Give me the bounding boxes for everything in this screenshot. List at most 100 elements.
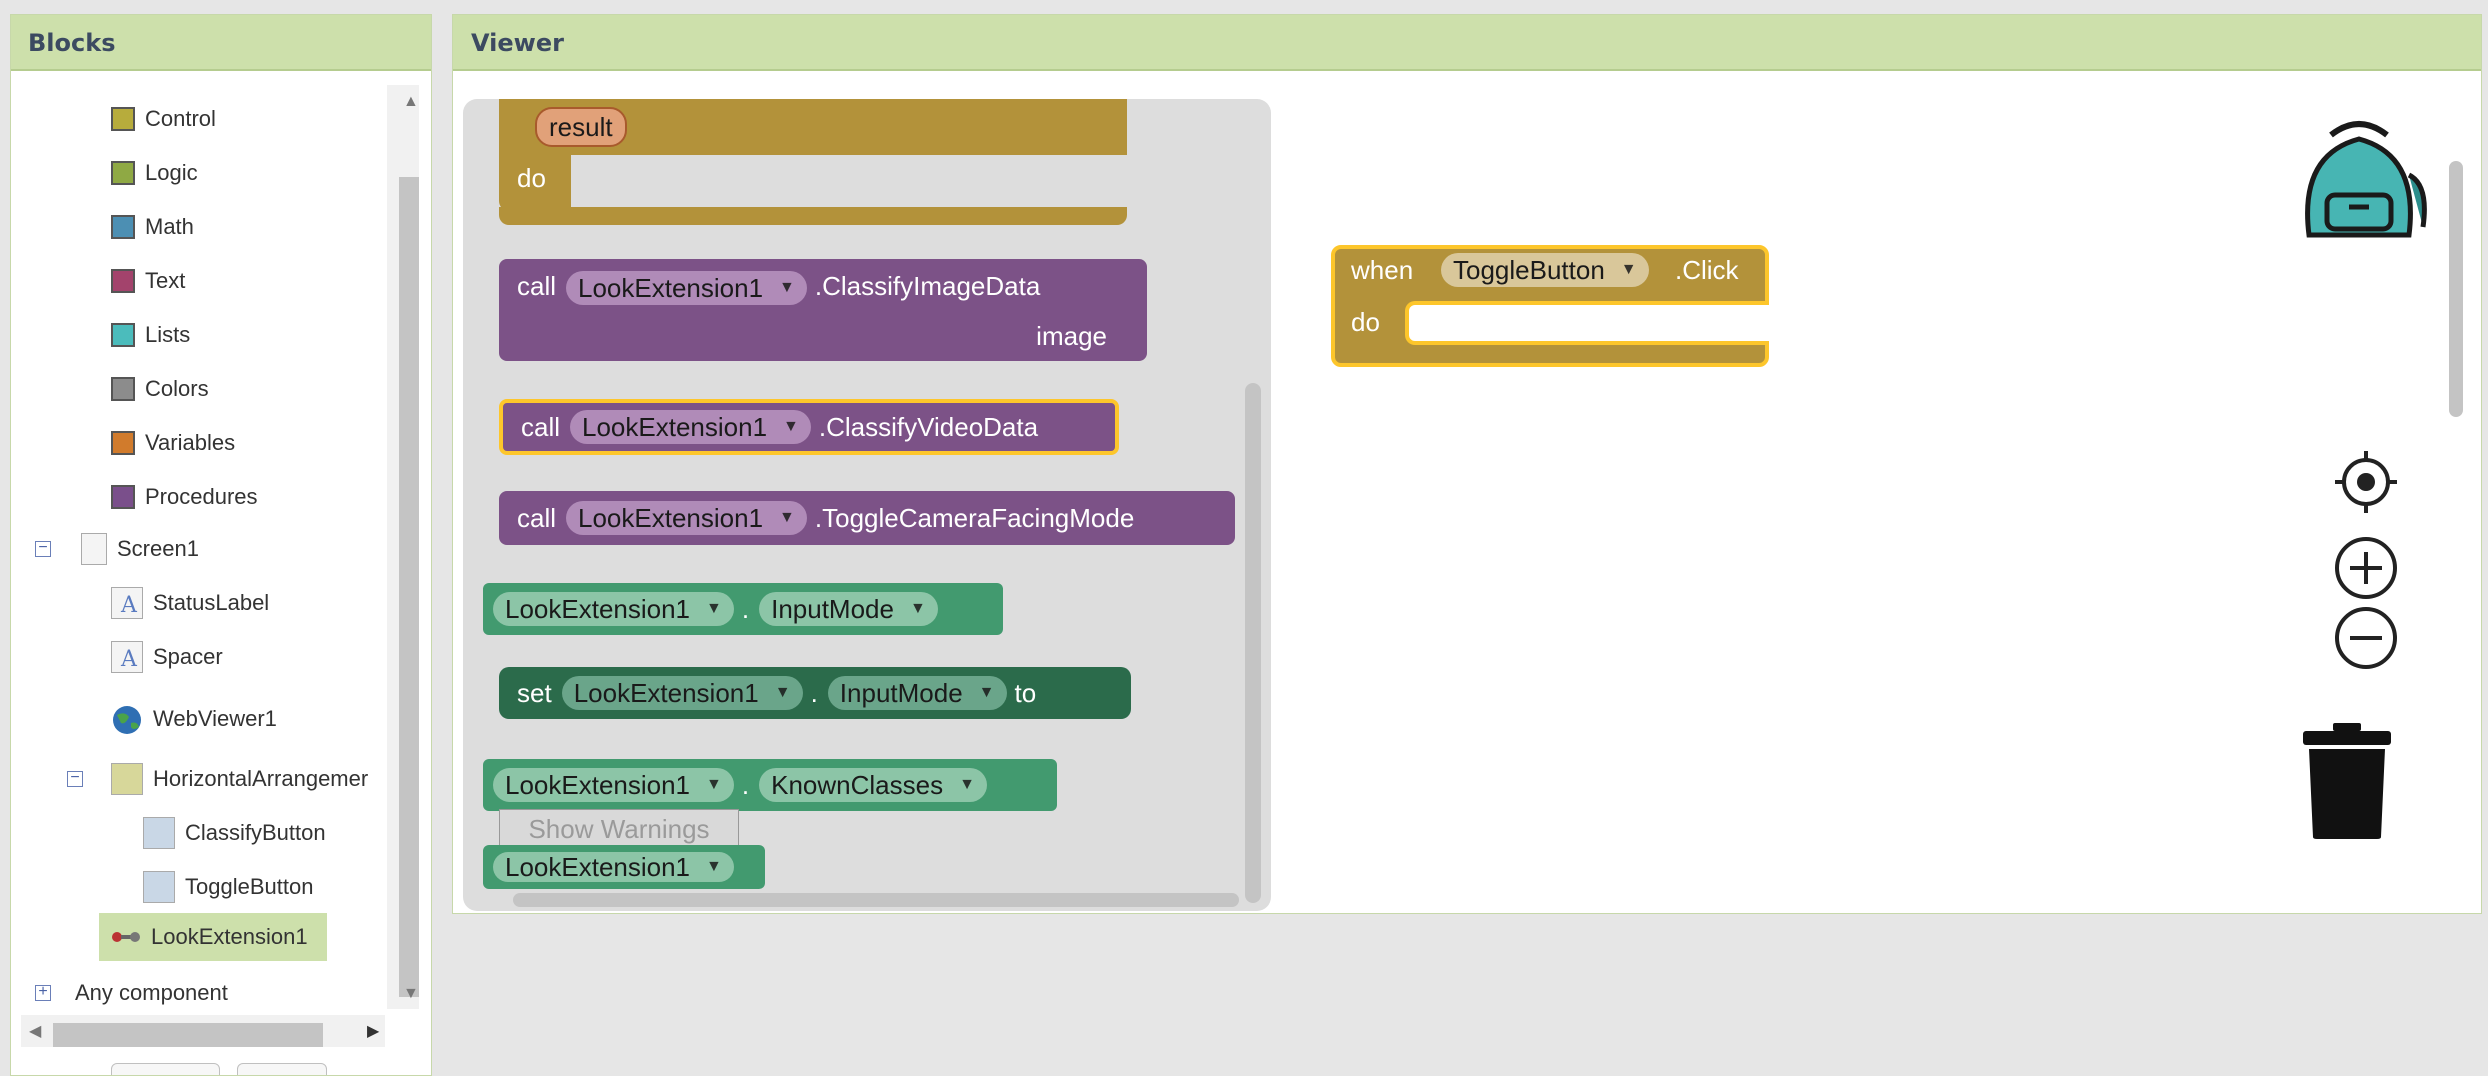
property-dropdown[interactable]: InputMode ▼ [827, 676, 1007, 710]
extension-icon [111, 929, 141, 945]
dot-label: . [741, 769, 750, 800]
category-label: Text [145, 268, 186, 293]
component-dropdown[interactable]: ToggleButton ▼ [1441, 253, 1649, 287]
category-label: Lists [145, 322, 191, 347]
component-name: ToggleButton [1453, 254, 1605, 285]
call-classify-image-block[interactable]: call LookExtension1 ▼ .ClassifyImageData … [499, 259, 1147, 361]
procedures-swatch-icon [111, 485, 135, 509]
component-dropdown[interactable]: LookExtension1 ▼ [561, 676, 803, 710]
tree-item-webviewer[interactable]: WebViewer1 [111, 701, 277, 737]
lists-swatch-icon [111, 323, 135, 347]
component-name: LookExtension1 [505, 851, 691, 882]
tree-item-label: ToggleButton [185, 874, 314, 899]
backpack-icon[interactable] [2289, 115, 2429, 255]
recenter-icon[interactable] [2333, 449, 2399, 515]
category-variables[interactable]: Variables [111, 425, 235, 461]
scrollbar-thumb[interactable] [53, 1023, 323, 1047]
do-label: do [1351, 307, 1380, 337]
workspace-vertical-scrollbar[interactable] [2449, 161, 2463, 417]
do-label: do [517, 163, 546, 193]
event-name: .Click [1675, 255, 1739, 285]
zoom-out-icon[interactable] [2333, 605, 2399, 671]
blocks-workspace[interactable]: result do call LookExtension1 ▼ .Classify… [453, 85, 2481, 913]
scroll-up-icon[interactable]: ▲ [403, 93, 419, 111]
tree-item-spacer[interactable]: A Spacer [111, 639, 223, 675]
property-dropdown[interactable]: KnownClasses ▼ [759, 768, 987, 802]
globe-icon [111, 703, 143, 735]
tree-item-classifybutton[interactable]: ClassifyButton [143, 815, 326, 851]
flyout-vertical-scrollbar[interactable] [1245, 383, 1261, 903]
tree-item-any-component[interactable]: Any component [75, 975, 228, 1011]
tree-item-togglebutton[interactable]: ToggleButton [143, 869, 313, 905]
to-label: to [1014, 677, 1037, 708]
category-math[interactable]: Math [111, 209, 194, 245]
category-text[interactable]: Text [111, 263, 185, 299]
category-colors[interactable]: Colors [111, 371, 209, 407]
arrangement-icon [111, 763, 143, 795]
flyout-horizontal-scrollbar[interactable] [513, 893, 1239, 907]
component-name: LookExtension1 [573, 677, 759, 708]
tree-item-label: Screen1 [117, 536, 199, 561]
method-name: .ClassifyVideoData [818, 411, 1039, 442]
tree-vertical-scrollbar[interactable]: ▲ ▼ [387, 85, 419, 1009]
trash-icon[interactable] [2297, 721, 2397, 841]
category-label: Variables [145, 430, 236, 455]
component-dropdown[interactable]: LookExtension1 ▼ [570, 410, 811, 444]
component-block[interactable]: LookExtension1 ▼ [483, 845, 765, 889]
component-dropdown[interactable]: LookExtension1 ▼ [566, 271, 807, 305]
do-slot [571, 155, 1127, 207]
dropdown-arrow-icon: ▼ [706, 600, 722, 617]
result-param[interactable]: result [535, 107, 627, 147]
when-togglebutton-click-block[interactable]: when ToggleButton ▼ .Click do [1331, 245, 1769, 367]
tree-item-horizontalarrangement[interactable]: HorizontalArrangemer [111, 761, 368, 797]
dropdown-arrow-icon: ▼ [706, 776, 722, 793]
delete-button[interactable]: Delete [237, 1063, 327, 1075]
component-dropdown[interactable]: LookExtension1 ▼ [493, 768, 734, 802]
dropdown-arrow-icon: ▼ [779, 279, 795, 296]
category-procedures[interactable]: Procedures [111, 479, 258, 515]
show-warnings-button[interactable]: Show Warnings [499, 809, 739, 847]
button-icon [143, 871, 175, 903]
category-logic[interactable]: Logic [111, 155, 198, 191]
property-name: InputMode [771, 593, 894, 624]
svg-text:A: A [120, 647, 138, 672]
tree-item-lookextension[interactable]: LookExtension1 [99, 913, 327, 961]
call-toggle-camera-block[interactable]: call LookExtension1 ▼ .ToggleCameraFacing… [499, 491, 1235, 545]
component-name: LookExtension1 [505, 593, 691, 624]
label-icon: A [111, 587, 143, 619]
category-control[interactable]: Control [111, 101, 216, 137]
component-dropdown[interactable]: LookExtension1 ▼ [493, 592, 734, 626]
scroll-right-icon[interactable]: ▶ [367, 1021, 379, 1041]
component-dropdown[interactable]: LookExtension1 ▼ [493, 852, 734, 882]
dropdown-arrow-icon: ▼ [909, 600, 926, 617]
scrollbar-thumb[interactable] [399, 177, 419, 997]
dropdown-arrow-icon: ▼ [959, 776, 975, 793]
collapse-screen1-icon[interactable]: − [35, 540, 51, 557]
event-block-after-classification[interactable]: result do [499, 99, 1127, 225]
tree-item-screen1[interactable]: Screen1 [81, 531, 199, 567]
tree-item-label: StatusLabel [153, 590, 270, 615]
expand-any-component-icon[interactable]: + [35, 984, 51, 1001]
tree-item-label: WebViewer1 [153, 706, 277, 731]
tree-horizontal-scrollbar[interactable]: ◀ ▶ [21, 1015, 385, 1047]
collapse-arrangement-icon[interactable]: − [67, 770, 83, 787]
method-name: .ToggleCameraFacingMode [814, 502, 1135, 533]
getter-inputmode-block[interactable]: LookExtension1 ▼ . InputMode ▼ [483, 583, 1003, 635]
property-dropdown[interactable]: InputMode ▼ [759, 592, 938, 626]
getter-knownclasses-block[interactable]: LookExtension1 ▼ . KnownClasses ▼ [483, 759, 1057, 811]
category-label: Logic [145, 160, 198, 185]
button-icon [143, 817, 175, 849]
call-label: call [521, 411, 561, 442]
call-classify-video-block[interactable]: call LookExtension1 ▼ .ClassifyVideoData [499, 399, 1119, 455]
component-dropdown[interactable]: LookExtension1 ▼ [566, 501, 807, 535]
scroll-down-icon[interactable]: ▼ [403, 985, 419, 1003]
control-swatch-icon [111, 107, 135, 131]
tree-item-statuslabel[interactable]: A StatusLabel [111, 585, 269, 621]
zoom-in-icon[interactable] [2333, 535, 2399, 601]
scroll-left-icon[interactable]: ◀ [29, 1021, 41, 1041]
category-lists[interactable]: Lists [111, 317, 190, 353]
rename-button[interactable]: Rename [111, 1063, 221, 1075]
viewer-title: Viewer [453, 15, 2481, 71]
setter-inputmode-block[interactable]: set LookExtension1 ▼ . InputMode ▼ to [499, 667, 1131, 719]
blocks-panel-title: Blocks [11, 15, 431, 71]
